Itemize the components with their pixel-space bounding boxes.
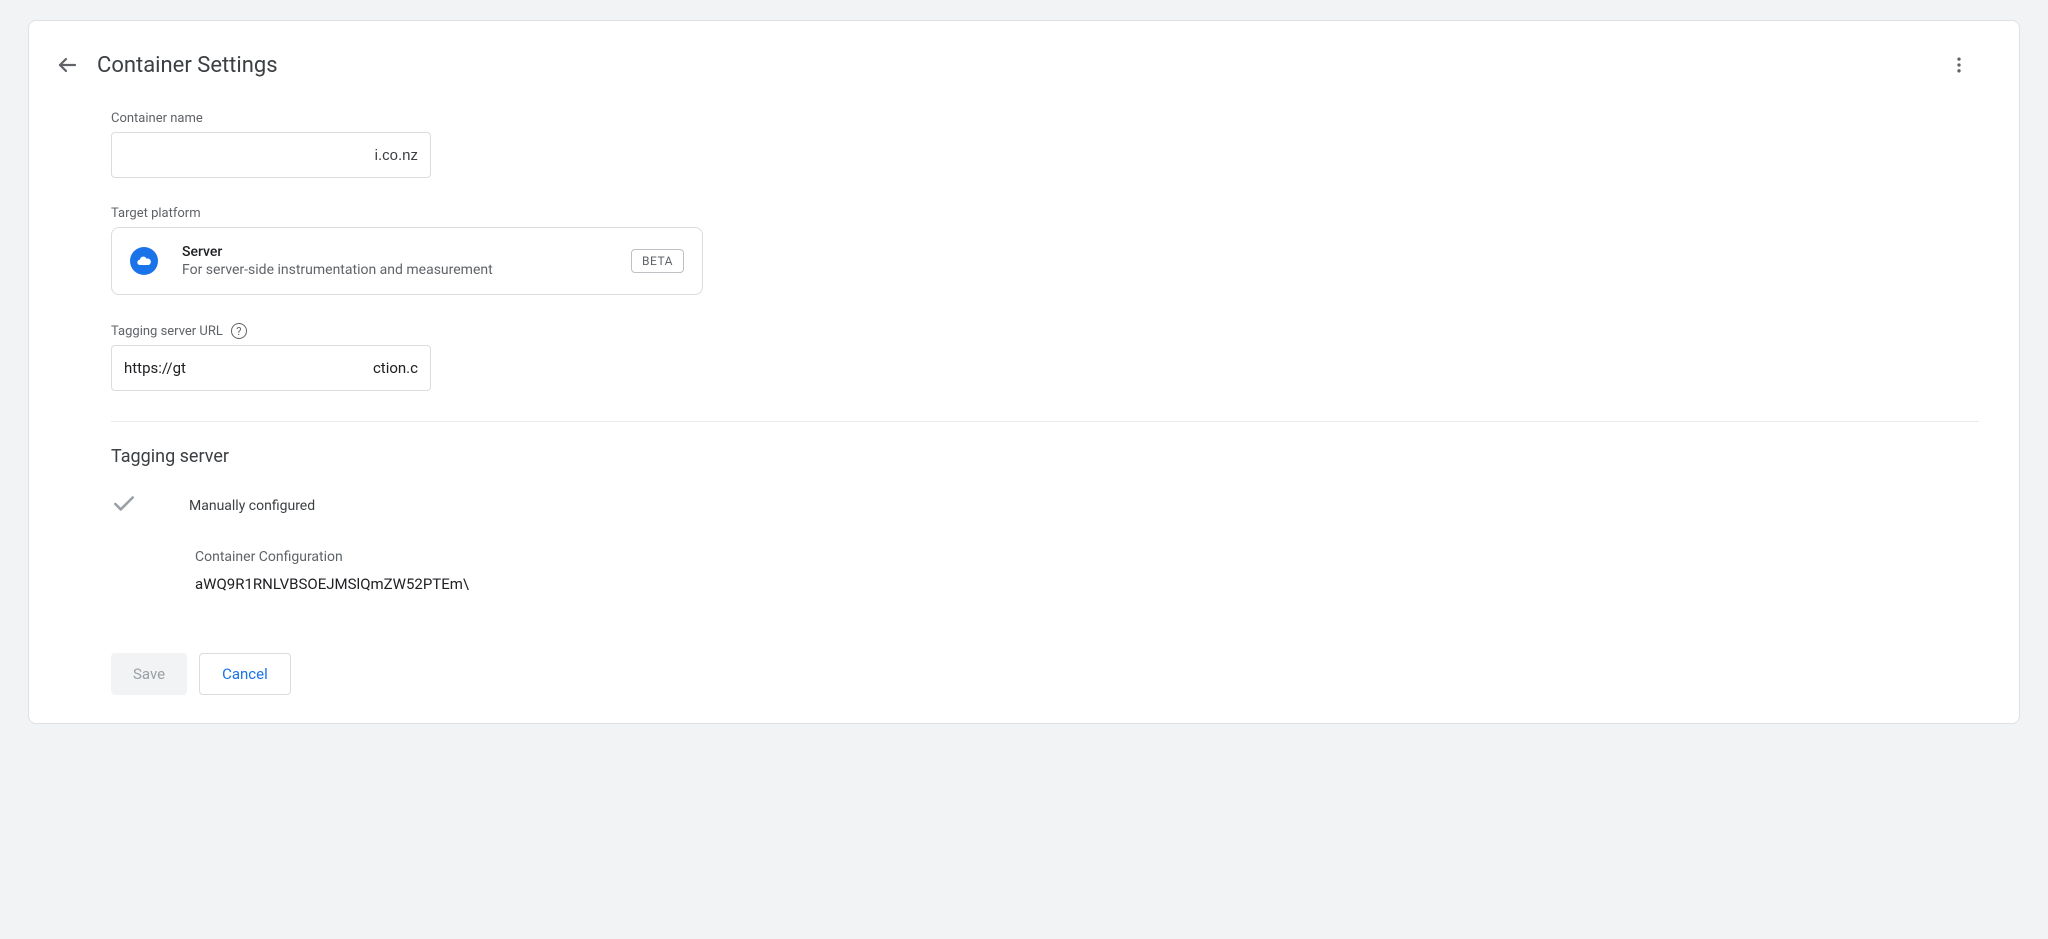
config-value: aWQ9R1RNLVBSOEJMSlQmZW52PTEm\ bbox=[195, 575, 1979, 593]
content-area: Container name Target platform Server Fo… bbox=[69, 111, 1979, 695]
save-button[interactable]: Save bbox=[111, 653, 187, 695]
cloud-icon bbox=[130, 247, 158, 275]
tagging-url-left: https://gt bbox=[124, 359, 186, 377]
more-menu-button[interactable] bbox=[1939, 45, 1979, 85]
cancel-button[interactable]: Cancel bbox=[199, 653, 291, 695]
back-button[interactable] bbox=[47, 45, 87, 85]
tagging-url-right: ction.c bbox=[373, 359, 418, 377]
platform-title: Server bbox=[182, 244, 631, 260]
page-title: Container Settings bbox=[97, 53, 1939, 78]
container-name-input[interactable] bbox=[111, 132, 431, 178]
tagging-url-input[interactable]: https://gt ction.c bbox=[111, 345, 431, 391]
divider bbox=[111, 421, 1979, 422]
target-platform-label: Target platform bbox=[111, 206, 1979, 221]
header-row: Container Settings bbox=[69, 45, 1979, 85]
check-icon bbox=[111, 491, 137, 521]
platform-description: For server-side instrumentation and meas… bbox=[182, 262, 631, 278]
kebab-icon bbox=[1949, 55, 1969, 75]
beta-badge: BETA bbox=[631, 249, 684, 273]
button-row: Save Cancel bbox=[111, 653, 1979, 695]
container-name-label: Container name bbox=[111, 111, 1979, 126]
tagging-url-label-text: Tagging server URL bbox=[111, 324, 223, 339]
tagging-url-label: Tagging server URL ? bbox=[111, 323, 1979, 339]
settings-card: Container Settings Container name Target… bbox=[28, 20, 2020, 724]
target-platform-card[interactable]: Server For server-side instrumentation a… bbox=[111, 227, 703, 295]
arrow-left-icon bbox=[55, 53, 79, 77]
help-icon[interactable]: ? bbox=[231, 323, 247, 339]
platform-text: Server For server-side instrumentation a… bbox=[182, 244, 631, 278]
tagging-server-heading: Tagging server bbox=[111, 446, 1979, 467]
status-text: Manually configured bbox=[189, 498, 315, 514]
config-label: Container Configuration bbox=[195, 549, 1979, 565]
config-block: Container Configuration aWQ9R1RNLVBSOEJM… bbox=[195, 549, 1979, 593]
status-row: Manually configured bbox=[111, 491, 1979, 521]
